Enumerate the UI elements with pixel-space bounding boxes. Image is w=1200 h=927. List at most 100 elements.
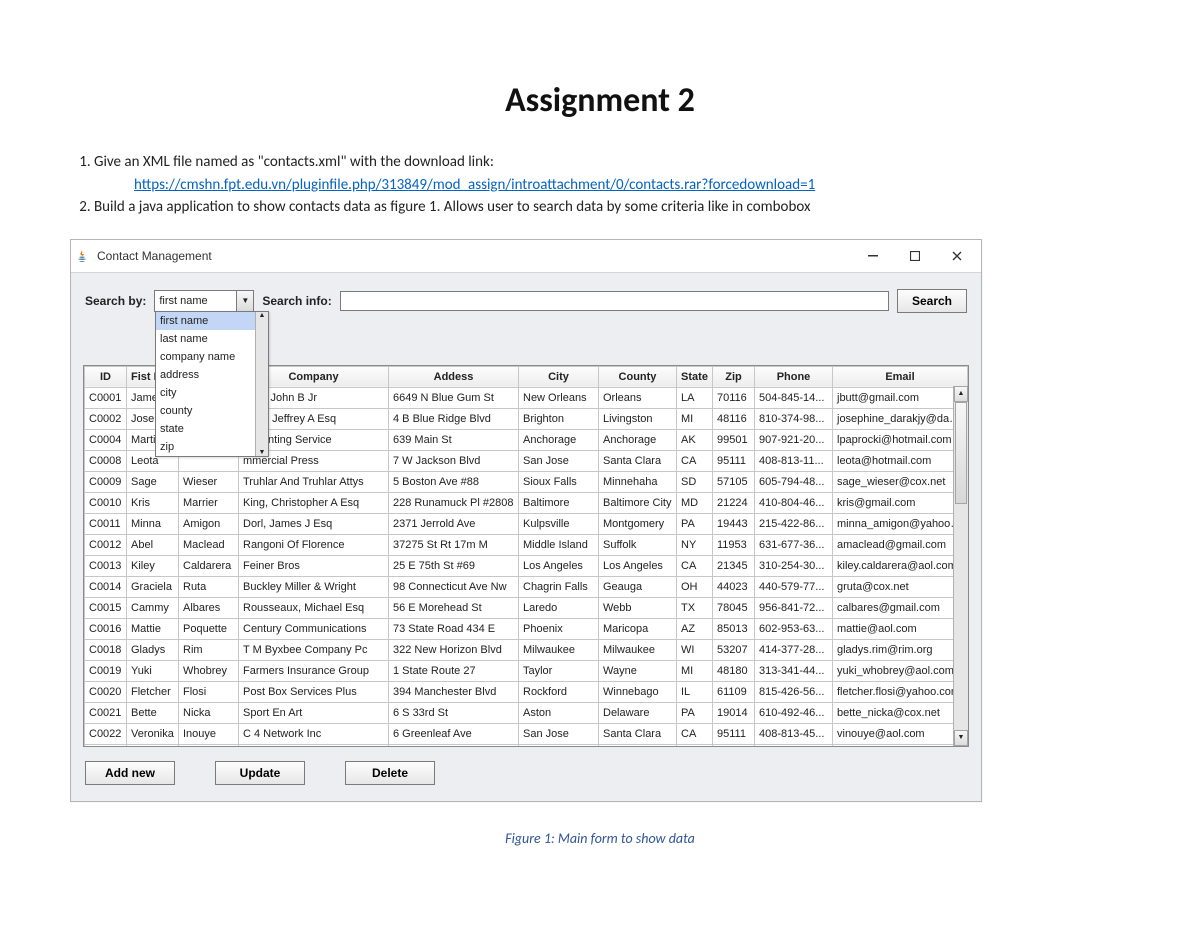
combo-option[interactable]: city	[156, 384, 268, 402]
cell-ln: Ruta	[179, 576, 239, 597]
combo-option[interactable]: first name	[156, 312, 268, 330]
app-window: Contact Management Search by:	[70, 239, 982, 802]
chevron-down-icon[interactable]: ▼	[236, 291, 253, 311]
combo-option[interactable]: zip	[156, 438, 268, 456]
cell-zip: 48180	[713, 660, 755, 681]
table-row[interactable]: C0013KileyCaldareraFeiner Bros25 E 75th …	[85, 555, 968, 576]
cell-city: Chagrin Falls	[519, 576, 599, 597]
cell-city: Kulpsville	[519, 513, 599, 534]
cell-ln: Rim	[179, 639, 239, 660]
col-id[interactable]: ID	[85, 366, 127, 387]
cell-comp: King, Christopher A Esq	[239, 492, 389, 513]
table-row[interactable]: C0022VeronikaInouyeC 4 Network Inc6 Gree…	[85, 723, 968, 744]
scroll-track[interactable]	[954, 402, 968, 730]
cell-city: New Orleans	[519, 387, 599, 408]
maximize-button[interactable]	[895, 244, 935, 268]
step1-text: Give an XML file named as "contacts.xml"…	[94, 153, 494, 171]
cell-ph: 972-896-48...	[755, 744, 833, 747]
scroll-down-icon[interactable]: ▼	[954, 730, 968, 746]
table-row[interactable]: C0021BetteNickaSport En Art6 S 33rd StAs…	[85, 702, 968, 723]
cell-cnty: Webb	[599, 597, 677, 618]
cell-ph: 602-953-63...	[755, 618, 833, 639]
title-bar: Contact Management	[71, 240, 981, 273]
cell-ph: 504-845-14...	[755, 387, 833, 408]
search-info-label: Search info:	[262, 294, 331, 308]
cell-addr: 56 E Morehead St	[389, 597, 519, 618]
col-address[interactable]: Addess	[389, 366, 519, 387]
table-row[interactable]: C0019YukiWhobreyFarmers Insurance Group1…	[85, 660, 968, 681]
cell-city: Sioux Falls	[519, 471, 599, 492]
combo-option[interactable]: last name	[156, 330, 268, 348]
table-scrollbar[interactable]: ▲ ▼	[953, 386, 968, 746]
cell-em: mattie@aol.com	[833, 618, 968, 639]
cell-zip: 95111	[713, 723, 755, 744]
cell-ln: Maclead	[179, 534, 239, 555]
cell-fn: Minna	[127, 513, 179, 534]
close-button[interactable]	[937, 244, 977, 268]
search-input[interactable]	[340, 291, 889, 311]
search-by-combo[interactable]: first name ▼	[154, 290, 254, 312]
cell-comp: Dorl, James J Esq	[239, 513, 389, 534]
table-row[interactable]: C0012AbelMacleadRangoni Of Florence37275…	[85, 534, 968, 555]
download-link[interactable]: https://cmshn.fpt.edu.vn/pluginfile.php/…	[134, 176, 815, 194]
cell-cnty: Geauga	[599, 576, 677, 597]
cell-cnty: Santa Clara	[599, 723, 677, 744]
cell-em: yuki_whobrey@aol.com	[833, 660, 968, 681]
delete-button[interactable]: Delete	[345, 761, 435, 785]
cell-zip: 44023	[713, 576, 755, 597]
cell-id: C0004	[85, 429, 127, 450]
cell-id: C0022	[85, 723, 127, 744]
minimize-button[interactable]	[853, 244, 893, 268]
cell-id: C0011	[85, 513, 127, 534]
cell-comp: T M Byxbee Company Pc	[239, 639, 389, 660]
combo-option[interactable]: state	[156, 420, 268, 438]
cell-ln: Kolmetz	[179, 744, 239, 747]
cell-fn: Cammy	[127, 597, 179, 618]
scroll-up-icon[interactable]: ▲	[954, 386, 968, 402]
table-row[interactable]: C0018GladysRimT M Byxbee Company Pc322 N…	[85, 639, 968, 660]
dropdown-scrollbar[interactable]: ▲ ▼	[255, 312, 268, 456]
cell-em: sage_wieser@cox.net	[833, 471, 968, 492]
cell-ln: Amigon	[179, 513, 239, 534]
table-row[interactable]: C0016MattiePoquetteCentury Communication…	[85, 618, 968, 639]
col-zip[interactable]: Zip	[713, 366, 755, 387]
cell-cnty: Santa Clara	[599, 450, 677, 471]
table-row[interactable]: C0020FletcherFlosiPost Box Services Plus…	[85, 681, 968, 702]
col-county[interactable]: County	[599, 366, 677, 387]
cell-zip: 85013	[713, 618, 755, 639]
cell-id: C0016	[85, 618, 127, 639]
figure-caption: Figure 1: Main form to show data	[70, 830, 1130, 847]
cell-st: CA	[677, 723, 713, 744]
col-email[interactable]: Email	[833, 366, 968, 387]
col-state[interactable]: State	[677, 366, 713, 387]
table-row[interactable]: C0011MinnaAmigonDorl, James J Esq2371 Je…	[85, 513, 968, 534]
cell-cnty: Baltimore City	[599, 492, 677, 513]
cell-em: bette_nicka@cox.net	[833, 702, 968, 723]
combo-option[interactable]: county	[156, 402, 268, 420]
cell-fn: Bette	[127, 702, 179, 723]
cell-addr: 6 Greenleaf Ave	[389, 723, 519, 744]
col-city[interactable]: City	[519, 366, 599, 387]
add-new-button[interactable]: Add new	[85, 761, 175, 785]
col-phone[interactable]: Phone	[755, 366, 833, 387]
combo-option[interactable]: address	[156, 366, 268, 384]
cell-zip: 11953	[713, 534, 755, 555]
search-button[interactable]: Search	[897, 289, 967, 313]
table-row[interactable]: C0014GracielaRutaBuckley Miller & Wright…	[85, 576, 968, 597]
chevron-down-icon[interactable]: ▼	[259, 449, 266, 456]
combo-option[interactable]: company name	[156, 348, 268, 366]
table-row[interactable]: C0015CammyAlbaresRousseaux, Michael Esq5…	[85, 597, 968, 618]
table-row[interactable]: C0023WillardKolmetzIngalls, Donald R Esq…	[85, 744, 968, 747]
cell-id: C0013	[85, 555, 127, 576]
cell-em: vinouye@aol.com	[833, 723, 968, 744]
scroll-thumb[interactable]	[955, 402, 967, 504]
cell-addr: 394 Manchester Blvd	[389, 681, 519, 702]
table-row[interactable]: C0009SageWieserTruhlar And Truhlar Attys…	[85, 471, 968, 492]
cell-comp: Century Communications	[239, 618, 389, 639]
table-row[interactable]: C0010KrisMarrierKing, Christopher A Esq2…	[85, 492, 968, 513]
cell-comp: C 4 Network Inc	[239, 723, 389, 744]
cell-fn: Yuki	[127, 660, 179, 681]
update-button[interactable]: Update	[215, 761, 305, 785]
chevron-up-icon[interactable]: ▲	[259, 312, 266, 319]
cell-st: CA	[677, 555, 713, 576]
